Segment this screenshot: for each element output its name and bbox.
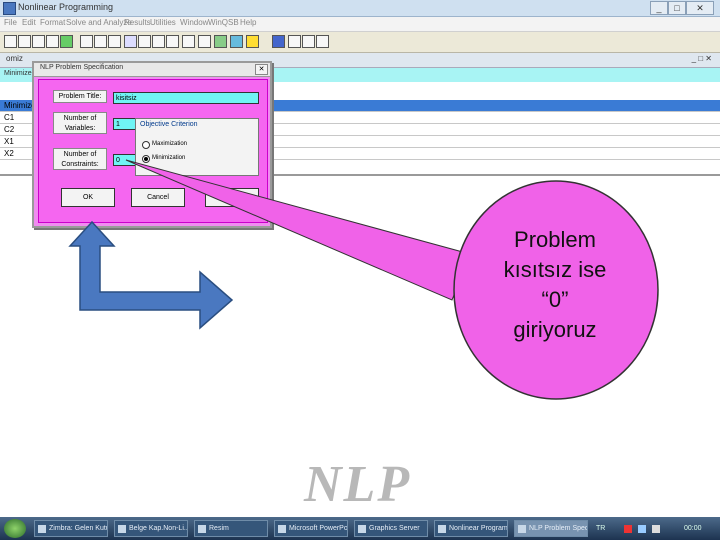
callout-text: Problem kısıtsız ise “0” giriyoruz [470,225,640,345]
callout-line: giriyoruz [513,317,597,342]
taskbar-item[interactable]: Graphics Server [354,520,428,537]
taskbar-item[interactable]: Nonlinear Program... [434,520,508,537]
start-button-icon[interactable] [4,519,26,538]
network-icon[interactable] [638,525,646,533]
callout-line: Problem [514,227,596,252]
clock[interactable]: 00:00 [684,520,702,537]
system-tray: TR 00:00 [594,520,720,537]
tray-alert-icon[interactable] [624,525,632,533]
volume-icon[interactable] [652,525,660,533]
taskbar-item[interactable]: Belge Kap.Non-Li... [114,520,188,537]
callout-line: kısıtsız ise [503,257,607,282]
taskbar-item[interactable]: Microsoft PowerPo... [274,520,348,537]
taskbar: Zimbra: Gelen Kutu... Belge Kap.Non-Li..… [0,517,720,540]
taskbar-item-active[interactable]: NLP Problem Speci... [514,520,588,537]
taskbar-item[interactable]: Zimbra: Gelen Kutu... [34,520,108,537]
bent-arrow-icon [68,220,234,330]
language-indicator[interactable]: TR [596,520,605,537]
taskbar-item[interactable]: Resim [194,520,268,537]
nlp-watermark: NLP [304,456,412,513]
callout-pointer [125,159,471,301]
callout-line: “0” [541,287,569,312]
